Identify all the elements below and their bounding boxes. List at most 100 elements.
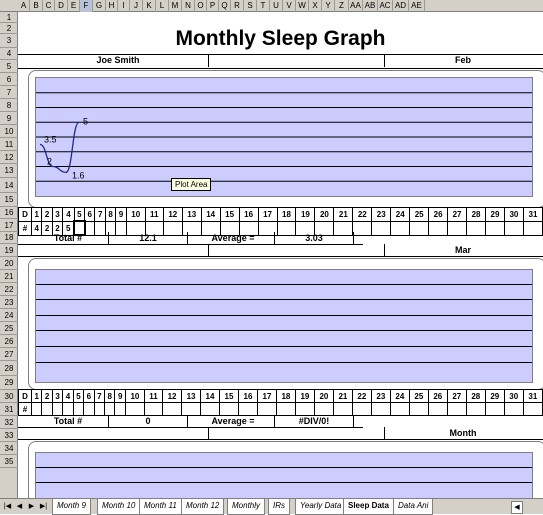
row-header-12[interactable]: 12 bbox=[0, 151, 18, 164]
column-header-V[interactable]: V bbox=[283, 0, 296, 12]
column-header-K[interactable]: K bbox=[143, 0, 156, 12]
column-header-F[interactable]: F bbox=[80, 0, 93, 12]
row-header-11[interactable]: 11 bbox=[0, 138, 18, 151]
day-cell[interactable]: 31 bbox=[522, 389, 543, 403]
row-header-9[interactable]: 9 bbox=[0, 112, 18, 125]
day-cell[interactable]: 8 bbox=[104, 389, 116, 403]
day-cell[interactable]: 1 bbox=[30, 389, 43, 403]
row-header-22[interactable]: 22 bbox=[0, 283, 18, 296]
row-header-20[interactable]: 20 bbox=[0, 257, 18, 270]
day-cell[interactable]: 9 bbox=[114, 389, 126, 403]
day-cell[interactable]: 21 bbox=[332, 389, 353, 403]
hours-cell[interactable] bbox=[351, 402, 372, 416]
day-cell[interactable]: 17 bbox=[257, 207, 278, 222]
sheet-tab[interactable]: IRs bbox=[268, 499, 290, 515]
hours-cell[interactable] bbox=[465, 402, 486, 416]
day-cell[interactable]: 10 bbox=[125, 207, 146, 222]
column-header-X[interactable]: X bbox=[309, 0, 322, 12]
day-cell[interactable]: 19 bbox=[295, 207, 316, 222]
day-cell[interactable]: 28 bbox=[466, 207, 486, 222]
hours-cell[interactable] bbox=[428, 220, 449, 236]
row-header-3[interactable]: 3 bbox=[0, 34, 18, 48]
day-cell[interactable]: 23 bbox=[370, 389, 391, 403]
hours-cell[interactable] bbox=[522, 402, 543, 416]
hours-cell[interactable] bbox=[447, 220, 468, 236]
plot-area[interactable]: 3.5 2 1.6 5 bbox=[35, 77, 533, 197]
day-cell[interactable]: 2 bbox=[41, 207, 53, 222]
day-cell[interactable]: 4 bbox=[62, 207, 75, 222]
row-header-5[interactable]: 5 bbox=[0, 60, 18, 73]
sheet-tab[interactable]: Sleep Data bbox=[343, 499, 394, 515]
row-header-6[interactable]: 6 bbox=[0, 73, 18, 86]
column-header-Y[interactable]: Y bbox=[322, 0, 335, 12]
row-header-26[interactable]: 26 bbox=[0, 335, 18, 348]
day-cell[interactable]: 17 bbox=[256, 389, 277, 403]
hours-cell[interactable] bbox=[200, 402, 220, 416]
day-cell[interactable]: 3 bbox=[51, 389, 64, 403]
column-header-U[interactable]: U bbox=[270, 0, 283, 12]
row-header-8[interactable]: 8 bbox=[0, 99, 18, 112]
hours-cell[interactable] bbox=[51, 402, 64, 416]
day-cell[interactable]: 11 bbox=[143, 389, 164, 403]
row-header-16[interactable]: 16 bbox=[0, 207, 18, 219]
row-header-17[interactable]: 17 bbox=[0, 219, 18, 232]
row-header-18[interactable]: 18 bbox=[0, 232, 18, 244]
day-cell[interactable]: 27 bbox=[447, 207, 468, 222]
column-header-J[interactable]: J bbox=[130, 0, 143, 12]
day-cell[interactable]: 8 bbox=[104, 207, 117, 222]
hours-cell[interactable] bbox=[62, 402, 74, 416]
row-header-14[interactable]: 14 bbox=[0, 178, 18, 193]
day-cell[interactable]: 18 bbox=[275, 389, 296, 403]
day-cell[interactable]: 22 bbox=[351, 389, 372, 403]
column-header-Q[interactable]: Q bbox=[219, 0, 231, 12]
day-cell[interactable]: 29 bbox=[484, 389, 505, 403]
plot-area-2[interactable] bbox=[35, 269, 533, 383]
hours-cell[interactable] bbox=[332, 402, 353, 416]
day-cell[interactable]: 13 bbox=[181, 207, 202, 222]
day-cell[interactable]: 25 bbox=[408, 389, 429, 403]
day-cell[interactable]: 4 bbox=[62, 389, 74, 403]
hours-cell[interactable] bbox=[30, 402, 43, 416]
day-cell[interactable]: 6 bbox=[83, 389, 95, 403]
column-header-H[interactable]: H bbox=[106, 0, 118, 12]
column-header-AE[interactable]: AE bbox=[409, 0, 425, 12]
day-cell[interactable]: 26 bbox=[428, 207, 449, 222]
column-header-D[interactable]: D bbox=[55, 0, 68, 12]
hours-cell[interactable] bbox=[313, 402, 334, 416]
row-header-23[interactable]: 23 bbox=[0, 296, 18, 309]
column-header-I[interactable]: I bbox=[118, 0, 130, 12]
day-cell[interactable]: 29 bbox=[485, 207, 505, 222]
day-cell[interactable]: 22 bbox=[352, 207, 373, 222]
hours-cell[interactable] bbox=[256, 402, 277, 416]
hours-cell[interactable] bbox=[371, 220, 392, 236]
column-header-R[interactable]: R bbox=[231, 0, 244, 12]
row-header-34[interactable]: 34 bbox=[0, 442, 18, 455]
day-cell[interactable]: 3 bbox=[51, 207, 64, 222]
column-header-M[interactable]: M bbox=[169, 0, 182, 12]
hours-cell[interactable] bbox=[466, 220, 486, 236]
column-header-AC[interactable]: AC bbox=[378, 0, 393, 12]
column-header-N[interactable]: N bbox=[182, 0, 195, 12]
day-cell[interactable]: 24 bbox=[390, 207, 411, 222]
day-cell[interactable]: 2 bbox=[41, 389, 53, 403]
day-cell[interactable]: 10 bbox=[124, 389, 145, 403]
hours-cell[interactable] bbox=[162, 402, 183, 416]
worksheet-grid[interactable]: Monthly Sleep Graph Joe Smith Feb 3.5 2 1.… bbox=[18, 12, 543, 513]
hours-cell[interactable] bbox=[114, 402, 126, 416]
column-header-P[interactable]: P bbox=[207, 0, 219, 12]
hours-cell[interactable] bbox=[485, 220, 505, 236]
hours-cell[interactable] bbox=[389, 402, 410, 416]
last-sheet-button[interactable]: ▶| bbox=[38, 501, 49, 512]
row-header-32[interactable]: 32 bbox=[0, 416, 18, 429]
hours-cell[interactable] bbox=[390, 220, 411, 236]
hours-cell[interactable] bbox=[219, 402, 239, 416]
row-header-31[interactable]: 31 bbox=[0, 403, 18, 416]
column-header-B[interactable]: B bbox=[30, 0, 43, 12]
day-cell[interactable]: 12 bbox=[162, 207, 183, 222]
day-cell[interactable]: 25 bbox=[409, 207, 430, 222]
hours-cell[interactable] bbox=[275, 402, 296, 416]
row-header-19[interactable]: 19 bbox=[0, 244, 18, 257]
hours-cell[interactable] bbox=[93, 402, 106, 416]
sheet-tab[interactable]: Yearly Data bbox=[295, 499, 347, 515]
day-cell[interactable]: 7 bbox=[94, 207, 106, 222]
